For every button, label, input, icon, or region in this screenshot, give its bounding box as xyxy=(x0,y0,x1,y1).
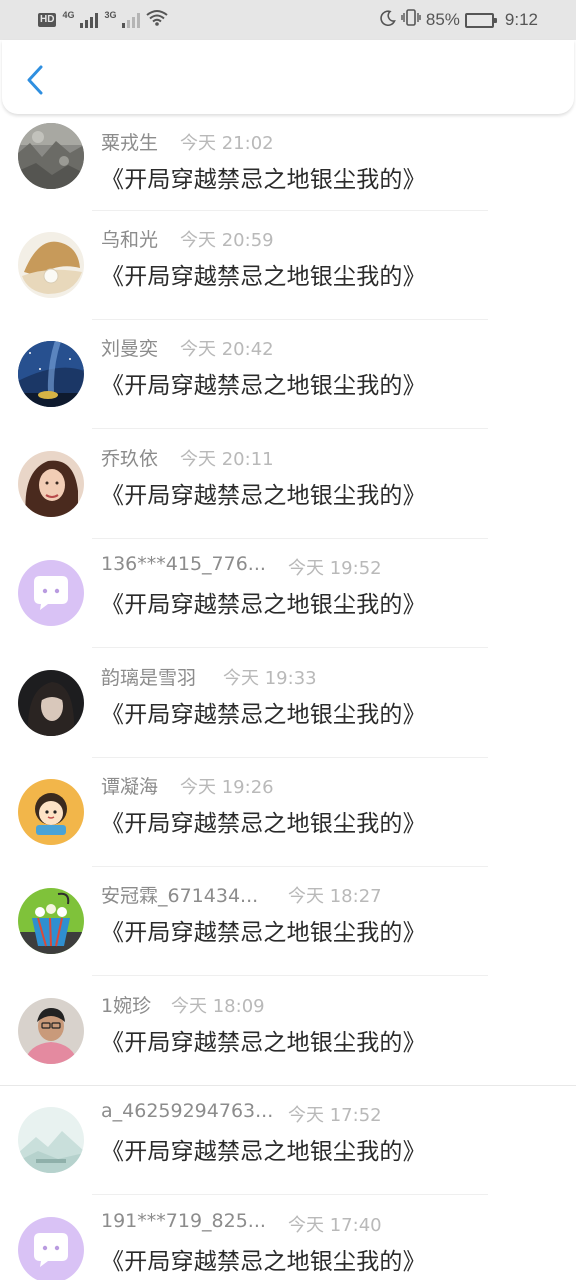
cartoon-girl-avatar[interactable] xyxy=(18,778,84,845)
comment-time: 今天 18:09 xyxy=(171,995,265,1017)
comment-text: 《开局穿越禁忌之地银尘我的》 xyxy=(101,1029,426,1056)
dark-portrait-avatar[interactable] xyxy=(18,669,84,736)
comment-item[interactable]: 乌和光 今天 20:59 《开局穿越禁忌之地银尘我的》 xyxy=(0,211,576,320)
comment-item[interactable]: 韵璃是雪羽 今天 19:33 《开局穿越禁忌之地银尘我的》 xyxy=(0,649,576,758)
network-3g-label: 3G xyxy=(104,10,117,20)
comment-text: 《开局穿越禁忌之地银尘我的》 xyxy=(101,1248,426,1275)
battery-icon xyxy=(464,12,497,28)
comment-item[interactable]: 乔玖依 今天 20:11 《开局穿越禁忌之地银尘我的》 xyxy=(0,430,576,539)
default-chat-avatar[interactable] xyxy=(18,560,84,627)
status-right: 85% 9:12 xyxy=(380,9,538,31)
comment-user-name[interactable]: 乔玖依 xyxy=(101,444,158,471)
signal-weak-icon xyxy=(122,12,141,28)
comment-item[interactable]: a_46259294763... 今天 17:52 《开局穿越禁忌之地银尘我的》 xyxy=(0,1086,576,1196)
comment-item[interactable]: 1婉珍 今天 18:09 《开局穿越禁忌之地银尘我的》 xyxy=(0,977,576,1086)
comment-time: 今天 19:26 xyxy=(180,776,274,798)
wifi-icon xyxy=(146,9,169,31)
status-left: HD 4G 3G xyxy=(38,9,169,31)
clock-time: 9:12 xyxy=(504,10,538,29)
comment-time: 今天 21:02 xyxy=(180,133,274,154)
comment-text: 《开局穿越禁忌之地银尘我的》 xyxy=(101,373,426,400)
comment-user-name[interactable]: 粟戎生 xyxy=(101,128,158,155)
comment-item[interactable]: 191***719_825... 今天 17:40 《开局穿越禁忌之地银尘我的》 xyxy=(0,1196,576,1280)
comment-user-name[interactable]: 刘曼奕 xyxy=(101,334,158,361)
hd-badge: HD xyxy=(38,13,57,27)
comment-time: 今天 20:42 xyxy=(180,339,274,361)
woman-portrait-avatar[interactable] xyxy=(18,450,84,517)
battery-percent: 85% xyxy=(425,10,460,29)
moon-icon xyxy=(380,9,396,31)
comment-item[interactable]: 谭凝海 今天 19:26 《开局穿越禁忌之地银尘我的》 xyxy=(0,758,576,867)
comment-text: 《开局穿越禁忌之地银尘我的》 xyxy=(101,592,426,619)
comment-text: 《开局穿越禁忌之地银尘我的》 xyxy=(101,920,426,947)
comment-text: 《开局穿越禁忌之地银尘我的》 xyxy=(101,264,426,290)
comment-user-name[interactable]: a_46259294763... xyxy=(101,1100,273,1122)
comment-text: 《开局穿越禁忌之地银尘我的》 xyxy=(101,701,426,728)
status-bar: HD 4G 3G 85% 9:12 xyxy=(0,0,576,40)
comment-text: 《开局穿越禁忌之地银尘我的》 xyxy=(101,167,426,193)
comment-user-name[interactable]: 安冠霖_671434... xyxy=(101,881,258,908)
starry-sky-avatar[interactable] xyxy=(18,341,84,408)
comment-list[interactable]: 粟戎生 今天 21:02 《开局穿越禁忌之地银尘我的》 乌和光 今天 20:59… xyxy=(0,114,576,1280)
comment-item[interactable]: 136***415_776... 今天 19:52 《开局穿越禁忌之地银尘我的》 xyxy=(0,539,576,649)
top-nav-bar xyxy=(2,40,574,114)
comment-user-name[interactable]: 韵璃是雪羽 xyxy=(101,663,196,690)
comment-time: 今天 17:40 xyxy=(288,1214,382,1236)
comment-time: 今天 19:52 xyxy=(288,558,382,580)
comment-item[interactable]: 粟戎生 今天 21:02 《开局穿越禁忌之地银尘我的》 xyxy=(0,114,576,211)
comment-text: 《开局穿越禁忌之地银尘我的》 xyxy=(101,1139,426,1166)
signal-icon xyxy=(80,12,99,28)
vibrate-icon xyxy=(401,9,421,31)
comment-item[interactable]: 安冠霖_671434... 今天 18:27 《开局穿越禁忌之地银尘我的》 xyxy=(0,867,576,977)
comment-time: 今天 19:33 xyxy=(223,667,317,689)
pale-landscape-avatar[interactable] xyxy=(18,1107,84,1174)
comment-user-name[interactable]: 谭凝海 xyxy=(101,772,158,799)
comment-time: 今天 17:52 xyxy=(288,1105,382,1127)
comment-user-name[interactable]: 乌和光 xyxy=(101,225,158,252)
flower-basket-avatar[interactable] xyxy=(18,888,84,955)
comment-text: 《开局穿越禁忌之地银尘我的》 xyxy=(101,810,426,837)
pearl-shell-avatar[interactable] xyxy=(18,232,84,298)
comment-user-name[interactable]: 191***719_825... xyxy=(101,1210,266,1232)
comment-item[interactable]: 刘曼奕 今天 20:42 《开局穿越禁忌之地银尘我的》 xyxy=(0,320,576,430)
comment-time: 今天 20:11 xyxy=(180,448,274,470)
chevron-left-icon xyxy=(27,65,43,95)
comment-text: 《开局穿越禁忌之地银尘我的》 xyxy=(101,482,426,509)
man-portrait-avatar[interactable] xyxy=(18,997,84,1064)
comment-user-name[interactable]: 1婉珍 xyxy=(101,991,151,1018)
comment-time: 今天 18:27 xyxy=(288,886,382,908)
comment-user-name[interactable]: 136***415_776... xyxy=(101,553,266,575)
network-4g-label: 4G xyxy=(62,10,75,20)
back-button[interactable] xyxy=(18,62,52,98)
rocky-photo-avatar[interactable] xyxy=(18,123,84,189)
comment-time: 今天 20:59 xyxy=(180,230,274,251)
default-chat-avatar[interactable] xyxy=(18,1216,84,1280)
